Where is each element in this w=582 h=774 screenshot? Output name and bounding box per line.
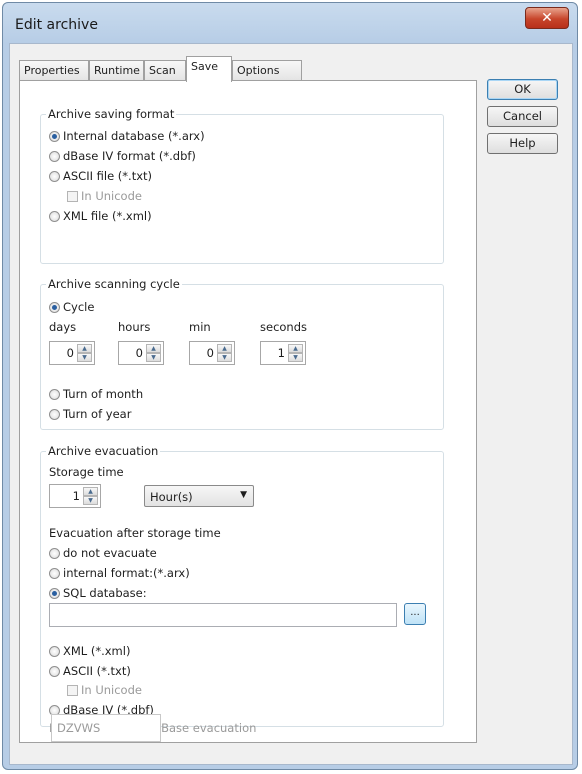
spin-up-icon[interactable]: ▲ bbox=[288, 344, 303, 353]
radio-dot-icon bbox=[49, 131, 60, 142]
radio-turn-of-year[interactable]: Turn of year bbox=[49, 407, 131, 421]
radio-xml-file[interactable]: XML file (*.xml) bbox=[49, 209, 152, 223]
radio-dot-icon bbox=[49, 568, 60, 579]
storage-time-label: Storage time bbox=[49, 465, 124, 479]
chevron-down-icon: ▼ bbox=[240, 490, 247, 500]
radio-dot-icon bbox=[49, 171, 60, 182]
radio-label: do not evacuate bbox=[63, 546, 157, 560]
radio-ascii[interactable]: ASCII (*.txt) bbox=[49, 664, 131, 678]
radio-label: internal format:(*.arx) bbox=[63, 566, 190, 580]
sql-database-input[interactable] bbox=[49, 603, 397, 627]
radio-dot-icon bbox=[49, 646, 60, 657]
storage-time-spinner[interactable]: 1 ▲ ▼ bbox=[49, 484, 101, 508]
radio-label: ASCII file (*.txt) bbox=[63, 169, 153, 183]
radio-label: XML file (*.xml) bbox=[63, 209, 152, 223]
spin-up-icon[interactable]: ▲ bbox=[217, 344, 232, 353]
tab-save[interactable]: Save bbox=[186, 56, 232, 82]
radio-label: Cycle bbox=[63, 300, 95, 314]
window-title: Edit archive bbox=[15, 17, 98, 33]
hours-value: 0 bbox=[135, 346, 143, 360]
evacuation-after-label: Evacuation after storage time bbox=[49, 526, 221, 540]
radio-do-not-evacuate[interactable]: do not evacuate bbox=[49, 546, 157, 560]
spin-up-icon[interactable]: ▲ bbox=[77, 344, 92, 353]
spin-down-icon[interactable]: ▼ bbox=[146, 353, 161, 362]
spin-up-icon[interactable]: ▲ bbox=[83, 487, 98, 496]
radio-ascii-file[interactable]: ASCII file (*.txt) bbox=[49, 169, 152, 183]
min-spinner[interactable]: 0 ▲ ▼ bbox=[189, 341, 235, 365]
help-button[interactable]: Help bbox=[487, 133, 558, 154]
browse-button[interactable]: ... bbox=[404, 603, 426, 625]
storage-unit-dropdown[interactable]: Hour(s) ▼ bbox=[144, 485, 254, 507]
radio-cycle[interactable]: Cycle bbox=[49, 300, 94, 314]
days-label: days bbox=[49, 320, 77, 334]
radio-label: dBase IV format (*.dbf) bbox=[63, 149, 196, 163]
format-input[interactable]: DZVWS bbox=[51, 714, 161, 742]
spin-down-icon[interactable]: ▼ bbox=[83, 496, 98, 505]
days-spinner[interactable]: 0 ▲ ▼ bbox=[49, 341, 95, 365]
dialog-window: Edit archive ✕ Properties Runtime Scan S… bbox=[2, 2, 578, 770]
days-value: 0 bbox=[66, 346, 74, 360]
radio-dot-icon bbox=[49, 548, 60, 559]
radio-dot-icon bbox=[49, 409, 60, 420]
spin-up-icon[interactable]: ▲ bbox=[146, 344, 161, 353]
checkbox-evac-in-unicode[interactable]: In Unicode bbox=[67, 683, 142, 697]
seconds-label: seconds bbox=[260, 320, 308, 334]
radio-turn-of-month[interactable]: Turn of month bbox=[49, 387, 143, 401]
save-tab-panel: Archive saving format Internal database … bbox=[19, 80, 477, 743]
radio-internal-format[interactable]: internal format:(*.arx) bbox=[49, 566, 190, 580]
tab-properties[interactable]: Properties bbox=[19, 60, 89, 81]
saving-format-title: Archive saving format bbox=[46, 107, 177, 121]
close-button[interactable]: ✕ bbox=[525, 7, 569, 29]
radio-label: Turn of month bbox=[63, 387, 144, 401]
spin-down-icon[interactable]: ▼ bbox=[77, 353, 92, 362]
radio-internal-database[interactable]: Internal database (*.arx) bbox=[49, 129, 205, 143]
scanning-cycle-title: Archive scanning cycle bbox=[46, 277, 182, 291]
hours-spinner[interactable]: 0 ▲ ▼ bbox=[118, 341, 164, 365]
radio-dbase-format[interactable]: dBase IV format (*.dbf) bbox=[49, 149, 196, 163]
radio-dot-icon bbox=[49, 302, 60, 313]
radio-label: Internal database (*.arx) bbox=[63, 129, 205, 143]
evacuation-title: Archive evacuation bbox=[46, 444, 161, 458]
radio-label: XML (*.xml) bbox=[63, 644, 131, 658]
checkbox-label: In Unicode bbox=[81, 683, 142, 697]
checkbox-in-unicode[interactable]: In Unicode bbox=[67, 189, 142, 203]
radio-dot-icon bbox=[49, 211, 60, 222]
dialog-client: Properties Runtime Scan Save Options OK … bbox=[9, 43, 573, 765]
spin-down-icon[interactable]: ▼ bbox=[217, 353, 232, 362]
ok-button[interactable]: OK bbox=[487, 79, 558, 100]
close-icon: ✕ bbox=[541, 10, 553, 26]
radio-xml[interactable]: XML (*.xml) bbox=[49, 644, 130, 658]
hours-label: hours bbox=[118, 320, 151, 334]
seconds-spinner[interactable]: 1 ▲ ▼ bbox=[260, 341, 306, 365]
spin-down-icon[interactable]: ▼ bbox=[288, 353, 303, 362]
radio-dot-icon bbox=[49, 151, 60, 162]
radio-dot-icon bbox=[49, 588, 60, 599]
radio-dot-icon bbox=[49, 389, 60, 400]
radio-label: Turn of year bbox=[63, 407, 132, 421]
tab-scan[interactable]: Scan bbox=[144, 60, 186, 81]
radio-sql-database[interactable]: SQL database: bbox=[49, 586, 147, 600]
min-label: min bbox=[189, 320, 211, 334]
checkbox-icon bbox=[67, 191, 78, 202]
checkbox-icon bbox=[67, 685, 78, 696]
dropdown-value: Hour(s) bbox=[150, 490, 193, 504]
cancel-button[interactable]: Cancel bbox=[487, 106, 558, 127]
radio-dot-icon bbox=[49, 666, 60, 677]
min-value: 0 bbox=[206, 346, 214, 360]
storage-time-value: 1 bbox=[72, 489, 80, 503]
radio-label: SQL database: bbox=[63, 586, 147, 600]
seconds-value: 1 bbox=[277, 346, 285, 360]
radio-label: ASCII (*.txt) bbox=[63, 664, 131, 678]
checkbox-label: In Unicode bbox=[81, 189, 142, 203]
tab-runtime[interactable]: Runtime bbox=[89, 60, 144, 81]
tab-options[interactable]: Options bbox=[232, 60, 302, 81]
